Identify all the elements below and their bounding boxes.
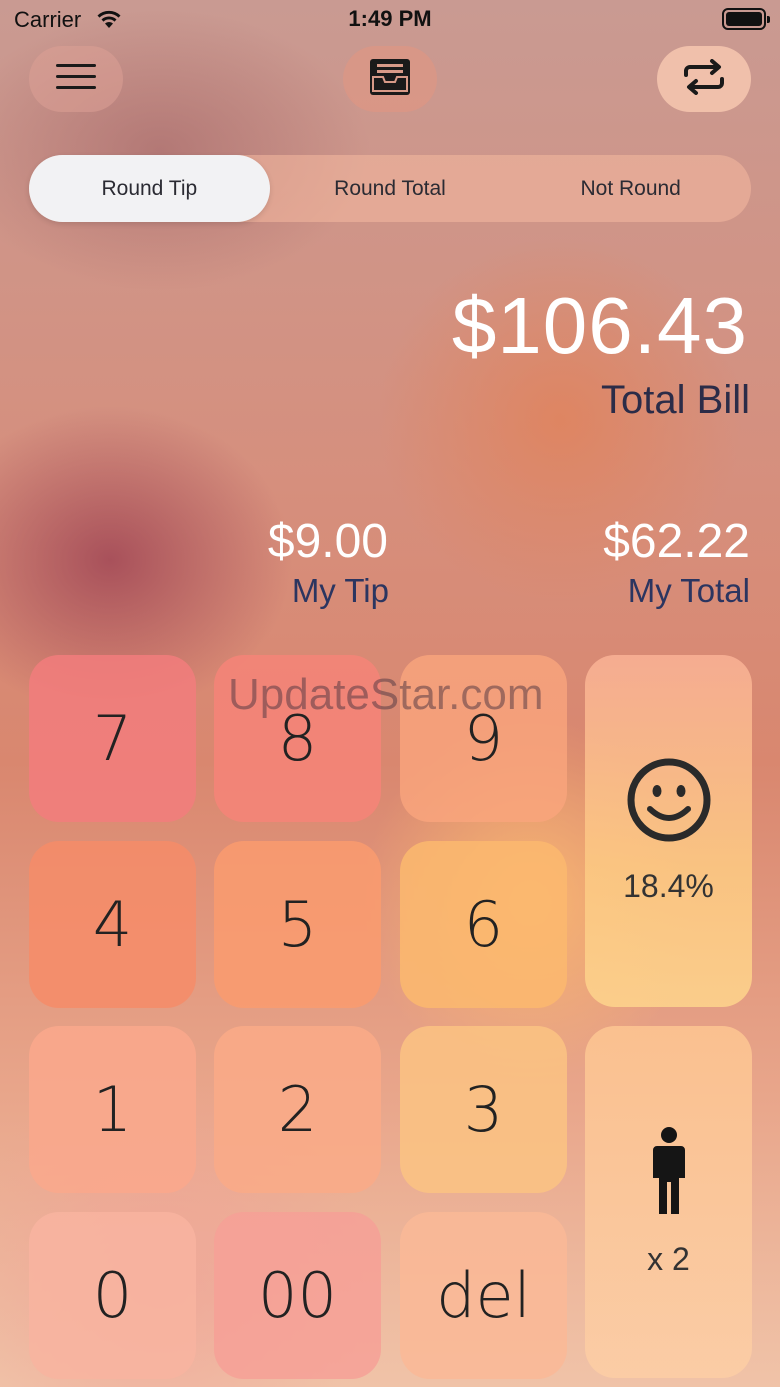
key-2[interactable]: 2 <box>214 1026 381 1193</box>
key-label: 0 <box>92 1259 133 1332</box>
battery-icon <box>722 8 770 30</box>
key-0[interactable]: 0 <box>29 1212 196 1379</box>
swap-button[interactable] <box>657 46 751 112</box>
key-label: 4 <box>92 888 133 961</box>
segment-round-tip[interactable]: Round Tip <box>29 155 270 222</box>
total-bill-amount: $106.43 <box>451 281 748 370</box>
watermark: UpdateStar.com <box>228 670 544 719</box>
key-delete[interactable]: del <box>400 1212 567 1379</box>
key-label: 1 <box>92 1073 133 1146</box>
my-total-label: My Total <box>627 572 750 609</box>
key-label: 3 <box>463 1073 504 1146</box>
segment-not-round[interactable]: Not Round <box>510 155 751 222</box>
menu-icon <box>56 63 96 95</box>
my-tip-label: My Tip <box>291 572 389 609</box>
my-tip-amount: $9.00 <box>267 515 388 568</box>
key-5[interactable]: 5 <box>214 841 381 1008</box>
key-00[interactable]: 00 <box>214 1212 381 1379</box>
key-label: 00 <box>258 1259 337 1332</box>
key-label: del <box>436 1259 531 1332</box>
segment-round-total[interactable]: Round Total <box>270 155 511 222</box>
key-label: 2 <box>277 1073 318 1146</box>
menu-button[interactable] <box>29 46 123 112</box>
total-bill-label: Total Bill <box>601 378 750 422</box>
person-icon <box>649 1126 689 1221</box>
tip-percent-label: 18.4% <box>623 868 714 904</box>
swap-icon <box>680 58 728 100</box>
smiley-icon <box>626 757 712 848</box>
inbox-icon <box>370 58 410 100</box>
key-6[interactable]: 6 <box>400 841 567 1008</box>
key-4[interactable]: 4 <box>29 841 196 1008</box>
split-people-button[interactable]: x 2 <box>585 1026 752 1378</box>
people-count-label: x 2 <box>647 1241 690 1277</box>
key-label: 7 <box>92 702 133 775</box>
status-bar: Carrier 1:49 PM <box>0 0 780 40</box>
tip-percent-button[interactable]: 18.4% <box>585 655 752 1007</box>
rounding-segmented-control: Round Tip Round Total Not Round <box>29 155 751 222</box>
key-label: 5 <box>277 888 318 961</box>
my-total-amount: $62.22 <box>603 515 750 568</box>
key-7[interactable]: 7 <box>29 655 196 822</box>
clock: 1:49 PM <box>348 6 432 31</box>
key-label: 6 <box>463 888 504 961</box>
receipt-button[interactable] <box>343 46 437 112</box>
key-3[interactable]: 3 <box>400 1026 567 1193</box>
key-1[interactable]: 1 <box>29 1026 196 1193</box>
